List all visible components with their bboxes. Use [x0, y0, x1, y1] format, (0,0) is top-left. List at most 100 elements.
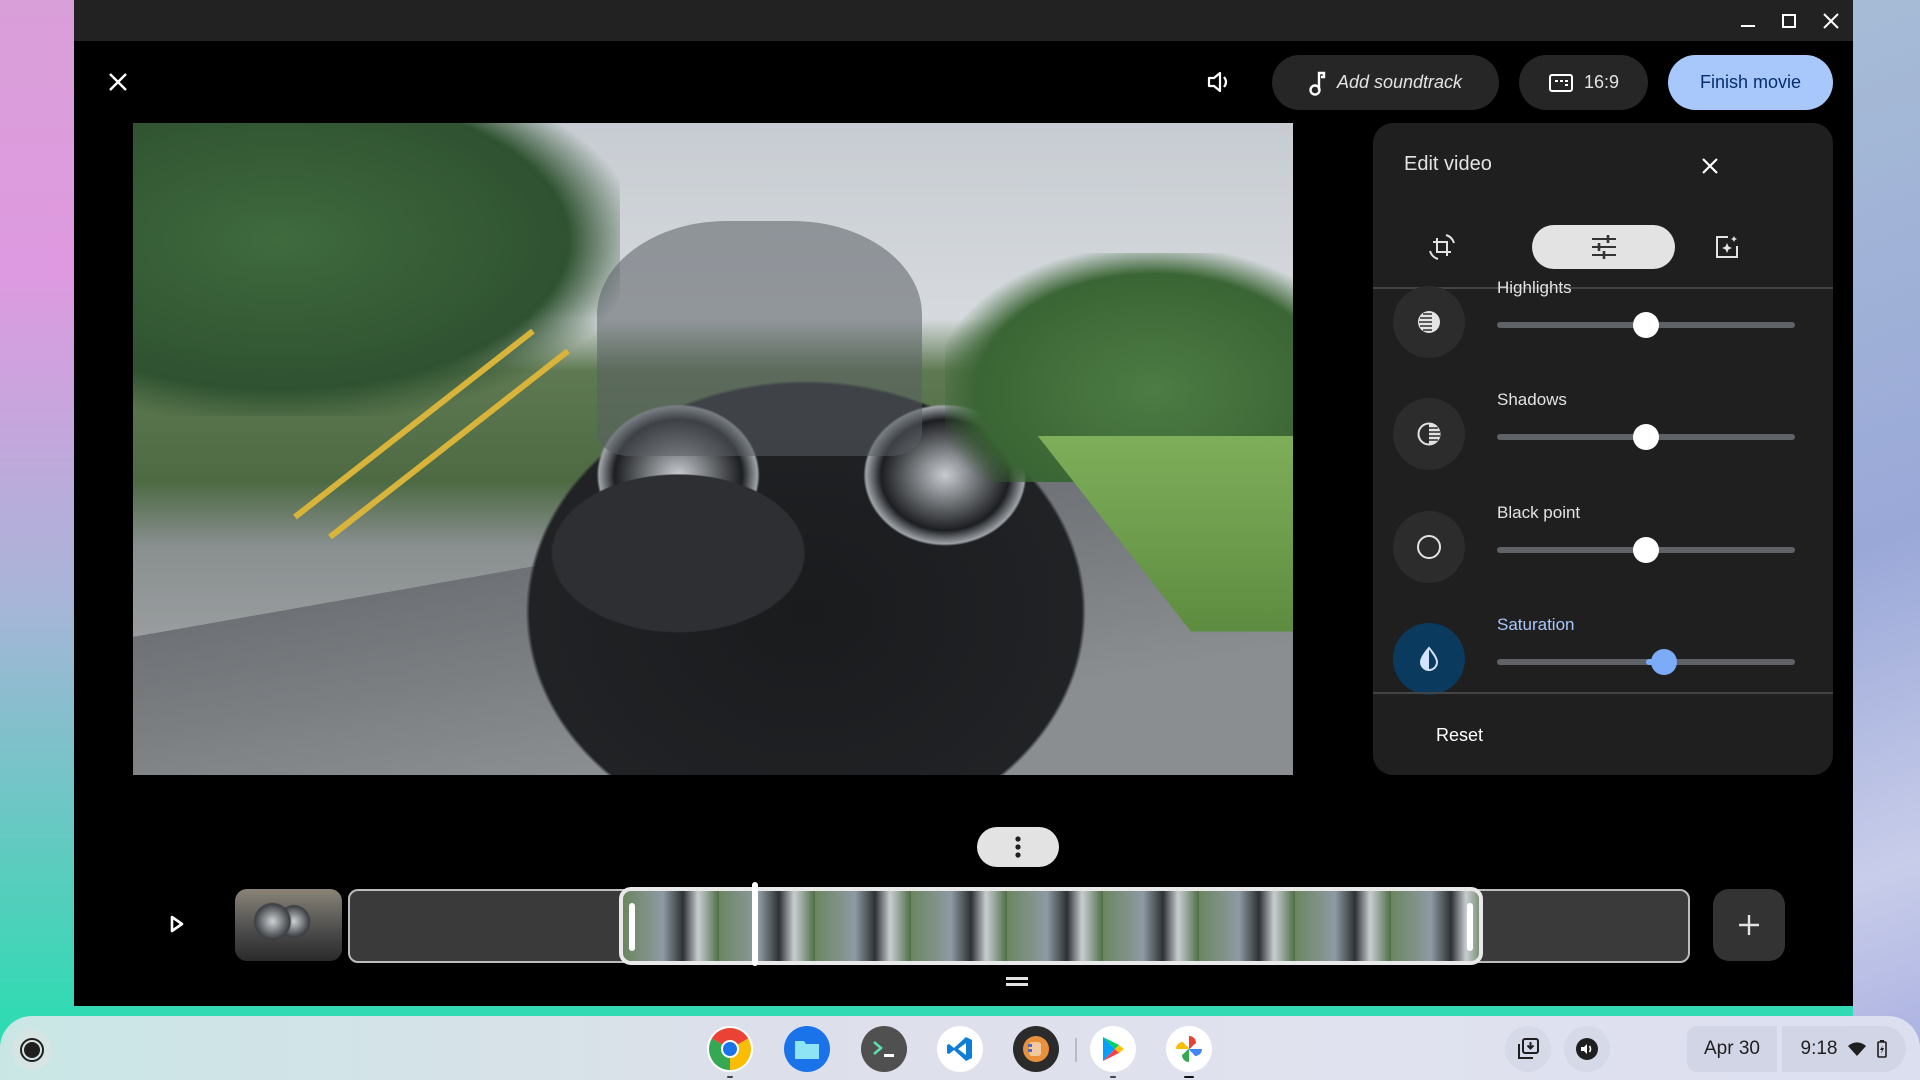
adjustment-saturation: Saturation — [1373, 610, 1833, 722]
app-unknown[interactable] — [1013, 1026, 1059, 1072]
video-frame-detail — [1037, 435, 1293, 632]
close-icon — [1823, 13, 1839, 29]
close-panel-button[interactable] — [1693, 149, 1727, 183]
more-vertical-icon — [1015, 836, 1021, 858]
video-frame-detail — [597, 220, 922, 456]
wifi-icon — [1848, 1042, 1867, 1056]
chrome-icon — [708, 1028, 752, 1070]
status-area-button[interactable]: 9:18 — [1782, 1026, 1906, 1072]
trim-handle-end[interactable] — [1467, 903, 1473, 951]
close-icon — [1702, 158, 1718, 174]
running-indicator — [1110, 1076, 1116, 1078]
music-note-icon — [1309, 71, 1326, 96]
volume-icon — [1207, 71, 1228, 93]
minimize-button[interactable] — [1733, 6, 1763, 36]
shelf-divider — [1075, 1038, 1077, 1062]
add-soundtrack-label: Add soundtrack — [1336, 72, 1463, 92]
close-icon — [109, 73, 127, 91]
adjustment-label: Highlights — [1497, 278, 1572, 297]
plus-icon — [1739, 915, 1759, 935]
slider-thumb[interactable] — [1650, 649, 1677, 675]
video-frame-detail — [133, 123, 621, 417]
media-sound-icon — [1576, 1038, 1598, 1060]
volume-button[interactable] — [1202, 64, 1238, 100]
aspect-ratio-button[interactable]: 16:9 — [1519, 55, 1648, 110]
edit-tabs — [1373, 225, 1833, 269]
slider-thumb[interactable] — [1633, 424, 1659, 450]
crop-rotate-icon — [1429, 234, 1455, 260]
trim-handle-start[interactable] — [629, 903, 635, 951]
desktop-wallpaper — [1853, 0, 1920, 1080]
highlights-slider[interactable] — [1497, 312, 1795, 338]
date-button[interactable]: Apr 30 — [1687, 1026, 1777, 1072]
time-label: 9:18 — [1800, 1038, 1838, 1059]
add-soundtrack-button[interactable]: Add soundtrack — [1272, 55, 1499, 110]
adjustment-shadows: Shadows — [1373, 385, 1833, 497]
launcher-icon — [20, 1038, 44, 1062]
timeline-clip-selected[interactable] — [619, 887, 1483, 965]
playhead[interactable] — [752, 882, 758, 966]
black-point-icon — [1393, 511, 1465, 583]
maximize-icon — [1782, 14, 1796, 28]
tab-crop-rotate[interactable] — [1407, 225, 1477, 269]
adjustment-black-point: Black point — [1373, 498, 1833, 610]
divider — [1373, 692, 1833, 694]
tab-filters[interactable] — [1642, 225, 1812, 269]
saturation-slider[interactable] — [1497, 649, 1795, 675]
app-play-store[interactable] — [1090, 1026, 1136, 1078]
adjustment-label: Black point — [1497, 503, 1581, 522]
finish-movie-button[interactable]: Finish movie — [1668, 55, 1833, 110]
app-files[interactable] — [784, 1026, 830, 1072]
app-chrome[interactable] — [707, 1026, 753, 1078]
play-store-icon — [1103, 1037, 1124, 1061]
adjustment-label: Shadows — [1497, 390, 1567, 409]
slider-thumb[interactable] — [1633, 537, 1659, 563]
app-terminal[interactable] — [861, 1026, 907, 1072]
tune-icon — [1591, 235, 1616, 259]
launcher-button[interactable] — [12, 1030, 52, 1070]
download-tray-icon — [1518, 1038, 1539, 1059]
play-icon — [170, 915, 184, 933]
reset-button[interactable]: Reset — [1436, 725, 1483, 746]
more-options-button[interactable] — [977, 827, 1059, 867]
edit-video-panel: Edit video Highlights Shadows Black poin… — [1373, 123, 1833, 775]
drag-handle-icon — [1006, 977, 1028, 986]
panel-title: Edit video — [1404, 153, 1492, 175]
finish-movie-label: Finish movie — [1699, 72, 1802, 92]
resize-drag-handle[interactable] — [1005, 975, 1029, 989]
exit-editor-button[interactable] — [102, 66, 134, 98]
black-point-slider[interactable] — [1497, 537, 1795, 563]
media-controls-button[interactable] — [1564, 1026, 1610, 1072]
play-button[interactable] — [162, 906, 192, 942]
shadows-slider[interactable] — [1497, 424, 1795, 450]
app-vscode[interactable] — [937, 1026, 983, 1072]
add-clip-button[interactable] — [1713, 889, 1785, 961]
aspect-ratio-label: 16:9 — [1583, 72, 1620, 92]
shadows-icon — [1393, 398, 1465, 470]
holding-space-button[interactable] — [1505, 1026, 1551, 1072]
slider-thumb[interactable] — [1633, 312, 1659, 338]
vscode-icon — [947, 1037, 972, 1061]
battery-charging-icon — [1877, 1040, 1888, 1058]
files-icon — [795, 1041, 819, 1059]
close-window-button[interactable] — [1816, 6, 1846, 36]
timeline-clip[interactable] — [235, 889, 342, 961]
video-preview[interactable] — [133, 123, 1293, 775]
auto-enhance-icon — [1716, 236, 1738, 258]
app-google-photos[interactable] — [1166, 1026, 1212, 1078]
adjustment-label: Saturation — [1497, 615, 1575, 634]
title-bar — [74, 0, 1853, 41]
highlights-icon — [1393, 286, 1465, 358]
google-photos-icon — [1176, 1036, 1202, 1062]
terminal-icon — [873, 1041, 894, 1057]
saturation-icon — [1393, 623, 1465, 695]
app-hand-icon — [1023, 1036, 1049, 1062]
maximize-button[interactable] — [1774, 6, 1804, 36]
minimize-icon — [1741, 25, 1755, 27]
date-label: Apr 30 — [1704, 1038, 1760, 1059]
video-editor-window: Add soundtrack 16:9 Finish movie Edit vi… — [74, 0, 1853, 1006]
adjustment-highlights: Highlights — [1373, 273, 1833, 385]
aspect-ratio-icon — [1548, 73, 1573, 92]
running-indicator — [1184, 1076, 1194, 1078]
shelf: Apr 30 9:18 — [0, 1016, 1920, 1080]
